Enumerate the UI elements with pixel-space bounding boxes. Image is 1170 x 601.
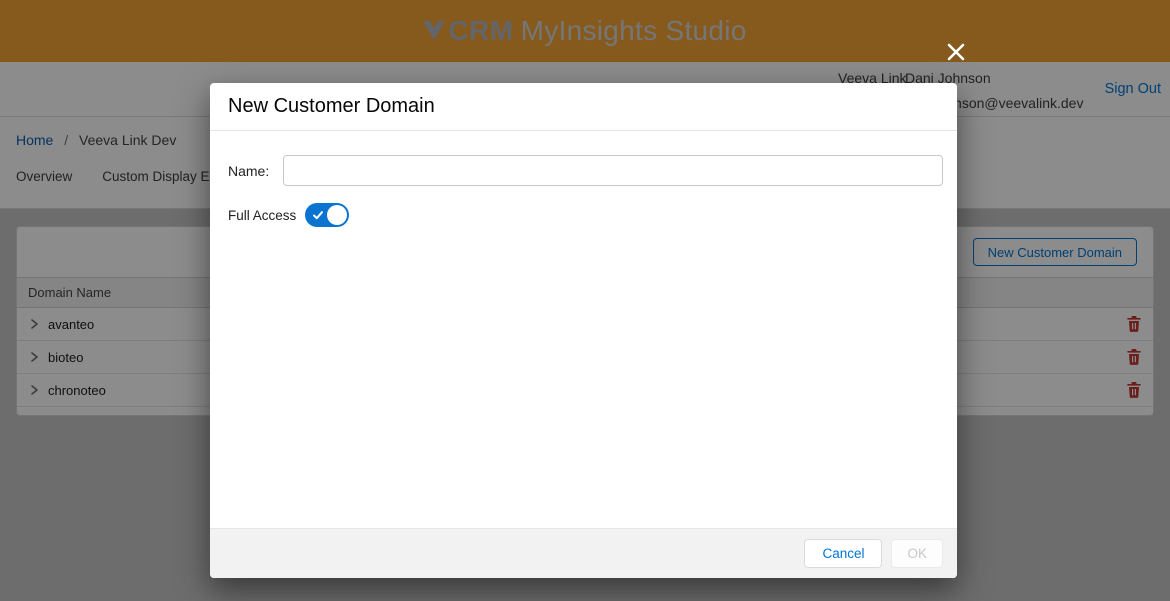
modal-header: New Customer Domain: [210, 83, 957, 131]
close-icon: [945, 41, 967, 63]
cancel-button[interactable]: Cancel: [804, 539, 882, 568]
name-field-row: Name:: [228, 155, 943, 186]
toggle-knob: [327, 205, 347, 225]
modal-body: Name: Full Access: [210, 131, 957, 227]
check-icon: [312, 209, 324, 221]
modal-footer: Cancel OK: [210, 528, 957, 578]
name-label: Name:: [228, 163, 283, 179]
new-customer-domain-modal: New Customer Domain Name: Full Access Ca…: [210, 83, 957, 578]
name-input[interactable]: [283, 155, 943, 186]
full-access-label: Full Access: [228, 208, 296, 223]
full-access-toggle[interactable]: [305, 203, 349, 227]
modal-title: New Customer Domain: [228, 95, 435, 118]
ok-button[interactable]: OK: [891, 539, 943, 568]
modal-close-button[interactable]: [945, 41, 967, 63]
full-access-row: Full Access: [228, 203, 943, 227]
